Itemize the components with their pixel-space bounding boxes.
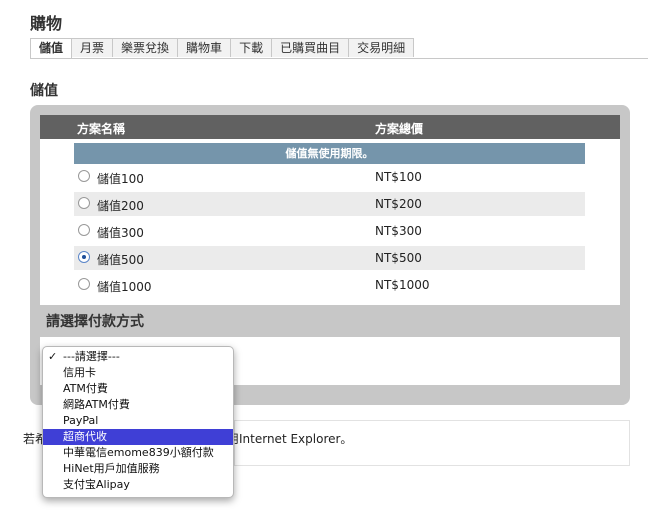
plan-row[interactable]: 儲值300 NT$300 (74, 219, 585, 243)
radio-button-selected[interactable] (78, 251, 90, 263)
payment-option[interactable]: 支付宝Alipay (43, 477, 233, 493)
plan-name: 儲值100 (97, 172, 144, 186)
payment-option[interactable]: 網路ATM付費 (43, 397, 233, 413)
plan-name: 儲值1000 (97, 280, 152, 294)
payment-option-highlighted[interactable]: 超商代收 (43, 429, 233, 445)
payment-option[interactable]: HiNet用戶加值服務 (43, 461, 233, 477)
tab-monthly-ticket[interactable]: 月票 (71, 38, 114, 57)
plan-price: NT$500 (375, 251, 422, 265)
plan-price: NT$100 (375, 170, 422, 184)
section-title: 儲值 (30, 83, 58, 99)
tabs-divider (30, 58, 648, 59)
plan-table: 方案名稱 方案總價 儲值無使用期限。 儲值100 NT$100 儲值200 NT… (40, 115, 620, 305)
radio-button[interactable] (78, 170, 90, 182)
plan-table-header: 方案名稱 方案總價 (40, 115, 620, 139)
plan-row[interactable]: 儲值500 NT$500 (74, 246, 585, 270)
tab-bar: 儲值 月票 樂票兌換 購物車 下載 已購買曲目 交易明細 (30, 38, 415, 59)
plan-row[interactable]: 儲值100 NT$100 (74, 165, 585, 189)
radio-button[interactable] (78, 278, 90, 290)
tab-ticket-redeem[interactable]: 樂票兌換 (112, 38, 179, 57)
checkmark-icon: ✓ (48, 350, 58, 363)
tab-cart[interactable]: 購物車 (177, 38, 232, 57)
radio-button[interactable] (78, 197, 90, 209)
tab-stored-value[interactable]: 儲值 (30, 38, 73, 59)
payment-option[interactable]: ATM付費 (43, 381, 233, 397)
plan-name: 儲值200 (97, 199, 144, 213)
payment-option[interactable]: PayPal (43, 413, 233, 429)
plan-price: NT$300 (375, 224, 422, 238)
payment-title: 請選擇付款方式 (46, 314, 144, 330)
payment-method-dropdown[interactable]: ✓ ---請選擇--- 信用卡 ATM付費 網路ATM付費 PayPal 超商代收… (42, 346, 234, 498)
tab-download[interactable]: 下載 (230, 38, 273, 57)
plan-row[interactable]: 儲值1000 NT$1000 (74, 273, 585, 297)
page-title: 購物 (30, 14, 63, 33)
tab-transactions[interactable]: 交易明細 (348, 38, 415, 57)
payment-option[interactable]: 中華電信emome839小額付款 (43, 445, 233, 461)
plan-price: NT$200 (375, 197, 422, 211)
header-plan-price: 方案總價 (375, 122, 424, 136)
payment-option[interactable]: 信用卡 (43, 365, 233, 381)
notice-banner: 儲值無使用期限。 (74, 143, 585, 164)
plan-name: 儲值500 (97, 253, 144, 267)
plan-price: NT$1000 (375, 278, 430, 292)
plan-name: 儲值300 (97, 226, 144, 240)
payment-option[interactable]: ✓ ---請選擇--- (43, 349, 233, 365)
plan-row[interactable]: 儲值200 NT$200 (74, 192, 585, 216)
tab-purchased-tracks[interactable]: 已購買曲目 (271, 38, 350, 57)
radio-button[interactable] (78, 224, 90, 236)
header-plan-name: 方案名稱 (77, 122, 126, 136)
